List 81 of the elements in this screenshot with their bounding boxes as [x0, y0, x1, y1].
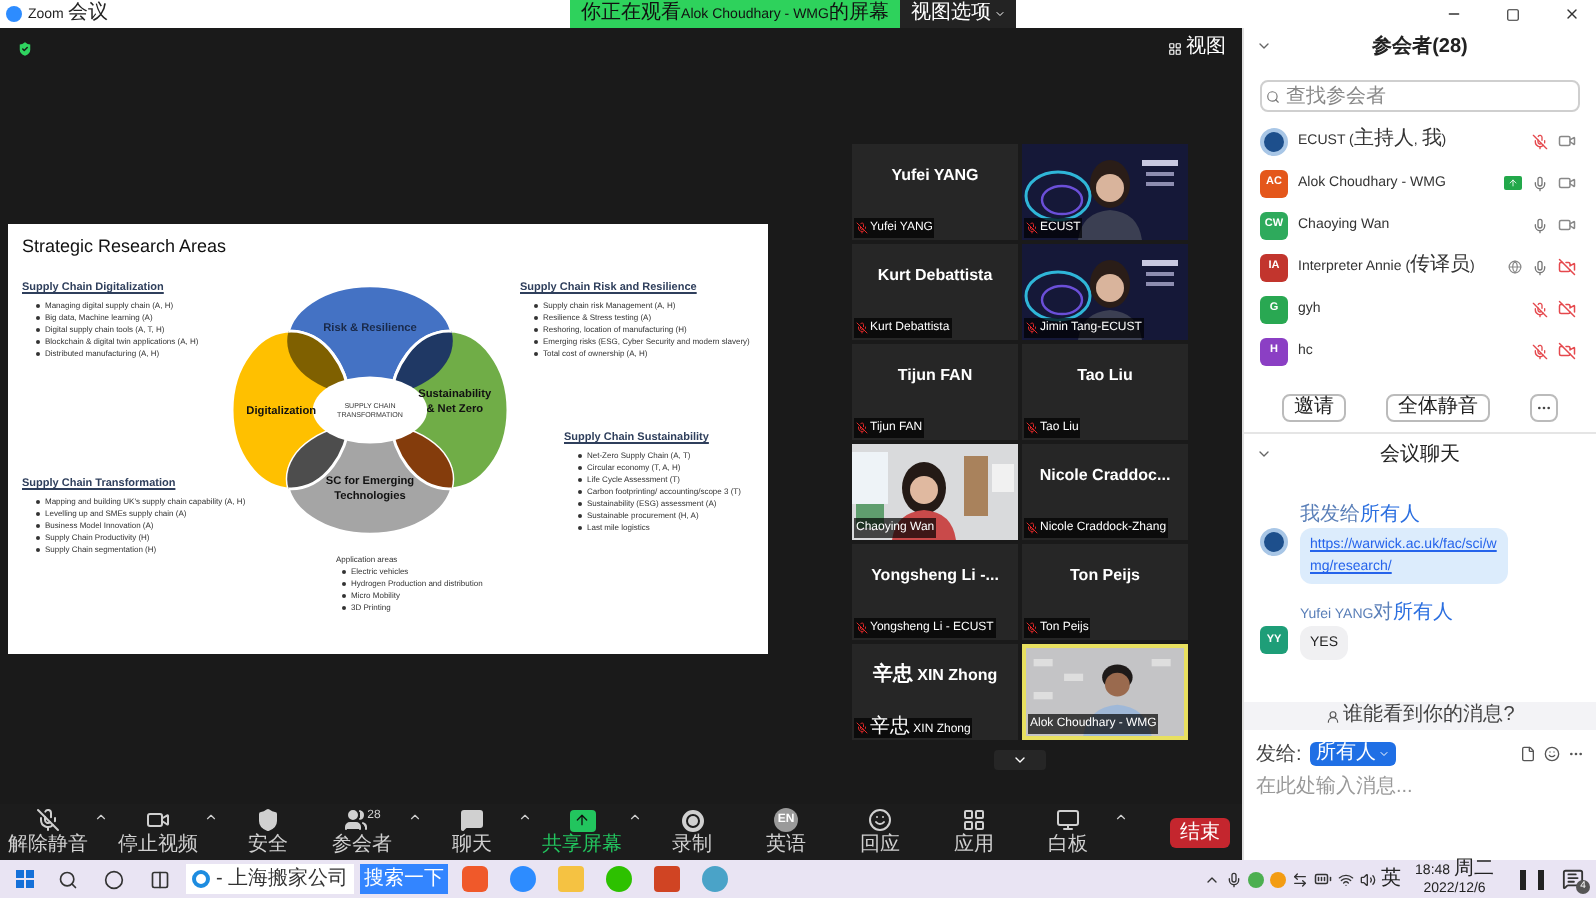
- view-button[interactable]: 视图: [1168, 36, 1226, 60]
- search-icon: [1266, 89, 1280, 103]
- notification-icon[interactable]: [1562, 868, 1584, 890]
- participant-name: Tao Liu: [1077, 364, 1133, 388]
- recipient-dropdown[interactable]: 所有人: [1309, 742, 1396, 766]
- sync-icon[interactable]: [1291, 871, 1308, 887]
- logo-avatar-icon: [1260, 528, 1288, 556]
- toolbar-button[interactable]: 停止视频: [114, 806, 202, 858]
- toolbar-button[interactable]: 录制: [648, 806, 736, 858]
- visibility-hint-bar[interactable]: 谁能看到你的消息?: [1244, 702, 1596, 730]
- slide-title: Strategic Research Areas: [20, 234, 229, 258]
- cortana-icon[interactable]: [104, 869, 124, 889]
- next-page-button[interactable]: [994, 750, 1046, 770]
- security-shield-icon: [16, 39, 34, 57]
- search-field[interactable]: 查找参会者: [1260, 80, 1580, 112]
- browser-search-field[interactable]: - 上海搬家公司: [186, 864, 355, 894]
- caret-icon: [1377, 748, 1390, 760]
- smiley-icon: [868, 808, 892, 832]
- windows-icon[interactable]: [16, 870, 34, 888]
- participant-name: Kurt Debattista: [877, 264, 993, 288]
- maximize-icon[interactable]: [1506, 7, 1521, 21]
- toolbar-button[interactable]: 共享屏幕: [538, 806, 626, 858]
- chat-recipient: 所有人: [1393, 600, 1454, 626]
- chevron-down-icon: [1012, 752, 1028, 768]
- apps-icon: [962, 808, 986, 832]
- person-icon: [1325, 709, 1340, 723]
- panel-button[interactable]: 全体静音: [1386, 394, 1490, 422]
- search-icon[interactable]: [58, 869, 78, 889]
- browser-icon: [192, 870, 210, 888]
- people-icon: [343, 808, 368, 832]
- caret-icon: [517, 809, 531, 823]
- panel-button[interactable]: 邀请: [1282, 394, 1346, 422]
- send-to-label: 发给:: [1256, 741, 1302, 769]
- toolbar-button[interactable]: 安全: [224, 806, 312, 858]
- toolbar-button[interactable]: 解除静音: [4, 806, 92, 858]
- logo-avatar-icon: [1260, 127, 1288, 155]
- mic-icon[interactable]: [1225, 871, 1242, 887]
- toolbar-button[interactable]: 聊天: [428, 806, 516, 858]
- toolbar-button[interactable]: 白板: [1024, 806, 1112, 858]
- caret-icon: [994, 8, 1007, 20]
- battery-icon[interactable]: [1313, 870, 1332, 888]
- participant-name: Yufei YANG: [891, 164, 979, 188]
- participant-name: Ton Peijs: [1070, 564, 1140, 588]
- emoji-icon[interactable]: [1544, 746, 1560, 762]
- shield-icon: [256, 808, 280, 832]
- caret-icon: [93, 809, 107, 823]
- toolbar-button[interactable]: 应用: [930, 806, 1018, 858]
- input-method[interactable]: 英: [1381, 867, 1402, 891]
- participant-name: Nicole Craddoc...: [1039, 464, 1171, 488]
- caret-icon: [407, 809, 421, 823]
- wifi-icon[interactable]: [1337, 871, 1354, 887]
- end-meeting-button[interactable]: 结束: [1170, 817, 1230, 847]
- caret-icon: [627, 809, 641, 823]
- participant-name: Yongsheng Li -...: [871, 564, 999, 588]
- panel-title: 参会者(28): [1370, 33, 1470, 61]
- participant-name: 辛忠 XIN Zhong: [872, 664, 998, 688]
- volume-icon[interactable]: [1359, 871, 1376, 887]
- caret-icon: [203, 809, 217, 823]
- panel-title: 会议聊天: [1378, 441, 1462, 469]
- caret-icon: [1113, 809, 1127, 823]
- participant-name: Tijun FAN: [897, 364, 973, 388]
- search-button[interactable]: 搜索一下: [360, 864, 449, 894]
- chat-recipient: 所有人: [1360, 502, 1420, 528]
- message-input[interactable]: 在此处输入消息...: [1256, 772, 1584, 800]
- close-icon[interactable]: [1564, 6, 1581, 22]
- whiteboard-icon: [1056, 808, 1080, 832]
- view-options-button[interactable]: 视图选项: [900, 0, 1017, 28]
- toolbar-button[interactable]: 回应: [836, 806, 924, 858]
- mic-muted-icon: [36, 808, 60, 832]
- chat-bubble-icon: [460, 808, 484, 832]
- chat-sender: 我发给: [1300, 502, 1360, 530]
- video-camera-icon: [146, 808, 170, 832]
- grid-icon: [1168, 41, 1182, 55]
- file-icon[interactable]: [1520, 746, 1536, 762]
- share-screen-icon: [569, 809, 595, 831]
- collapse-icon[interactable]: [1256, 446, 1272, 462]
- app-icon[interactable]: [462, 866, 489, 892]
- task-view-icon[interactable]: [150, 869, 170, 889]
- record-icon: [681, 809, 703, 831]
- zoom-logo-icon: [6, 6, 22, 22]
- collapse-icon[interactable]: [1256, 38, 1272, 54]
